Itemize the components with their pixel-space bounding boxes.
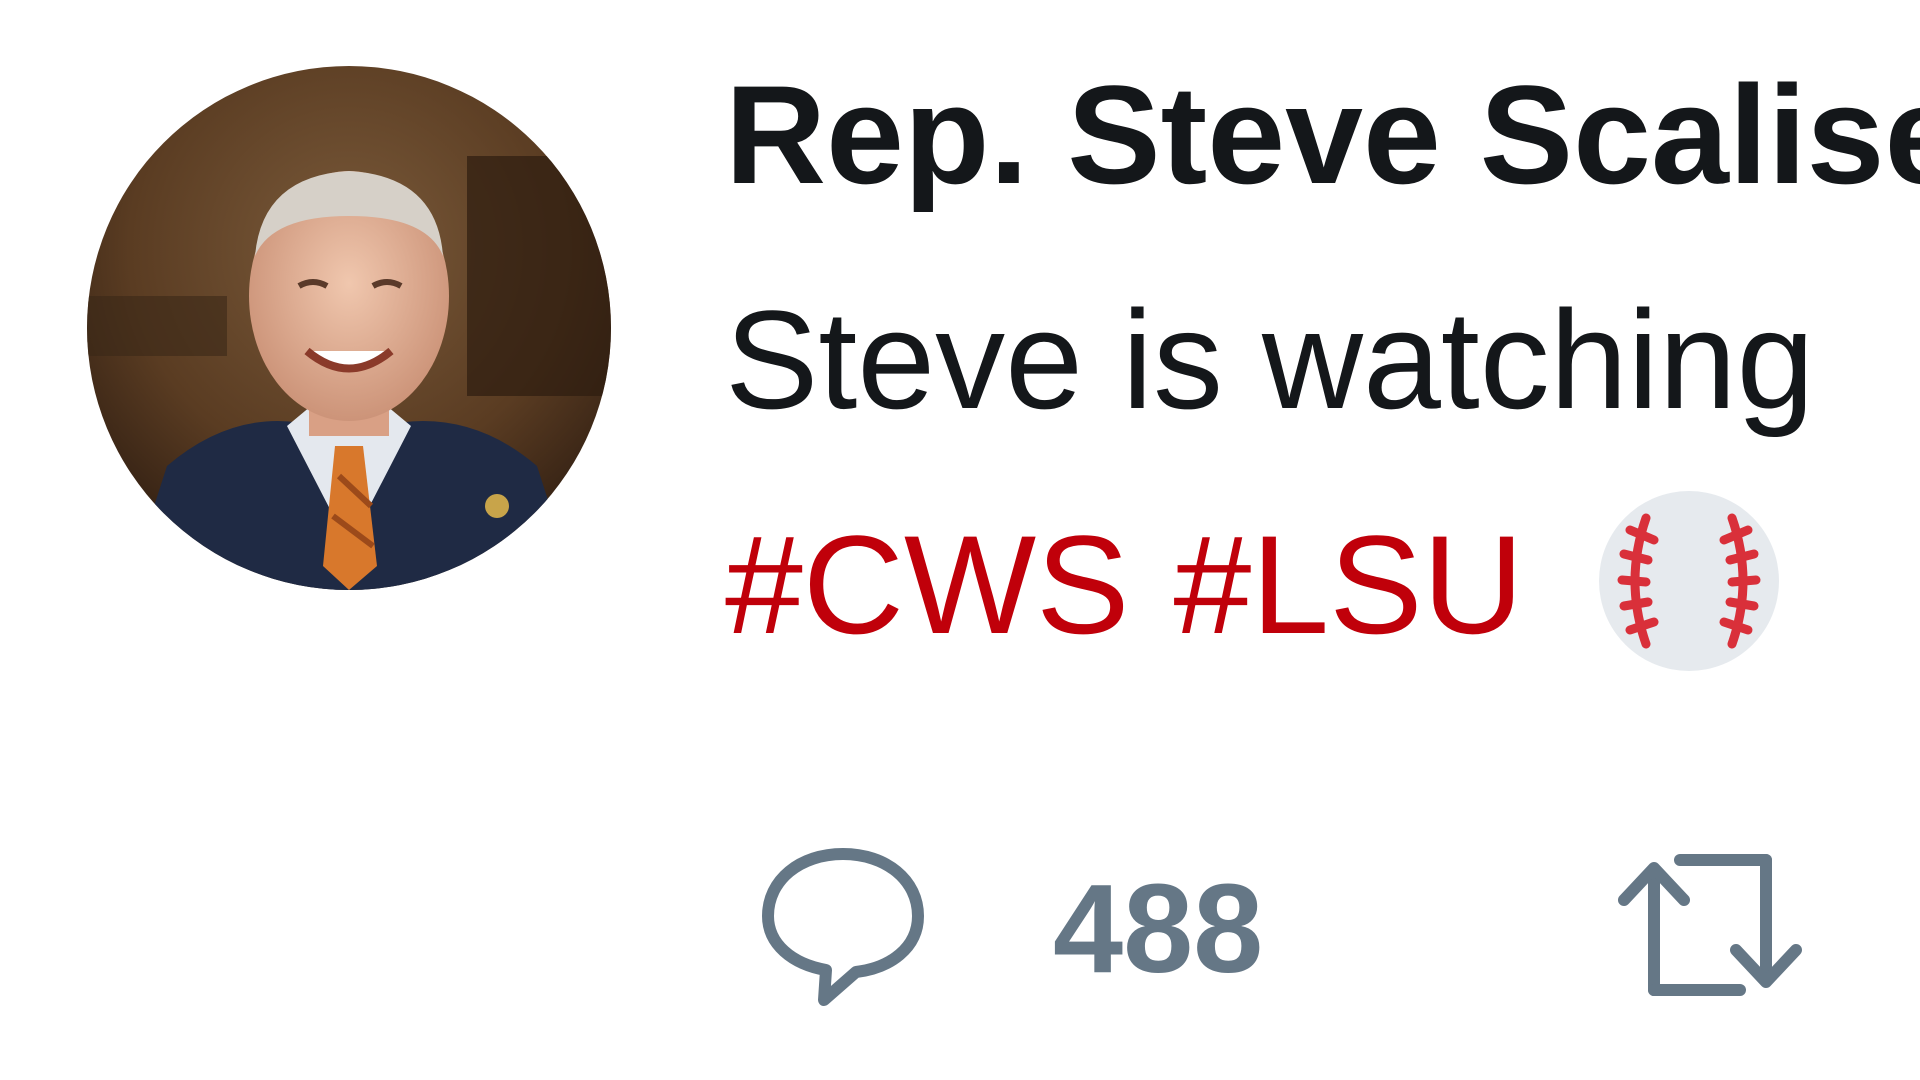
avatar[interactable] (87, 66, 611, 590)
tweet-hashtags: #CWS #LSU (725, 491, 1782, 674)
reply-count: 488 (1053, 858, 1264, 999)
baseball-icon (1596, 488, 1782, 674)
reply-icon[interactable] (758, 840, 928, 1010)
author-display-name[interactable]: Rep. Steve Scalise (725, 65, 1920, 205)
tweet-card: Rep. Steve Scalise Steve is watching #CW… (0, 0, 1920, 1080)
hashtag-link-cws[interactable]: #CWS (725, 515, 1129, 655)
tweet-text: Steve is watching (725, 281, 1815, 438)
hashtag-link-lsu[interactable]: #LSU (1173, 515, 1523, 655)
profile-photo-avatar (87, 66, 611, 590)
retweet-icon[interactable] (1610, 840, 1810, 1010)
